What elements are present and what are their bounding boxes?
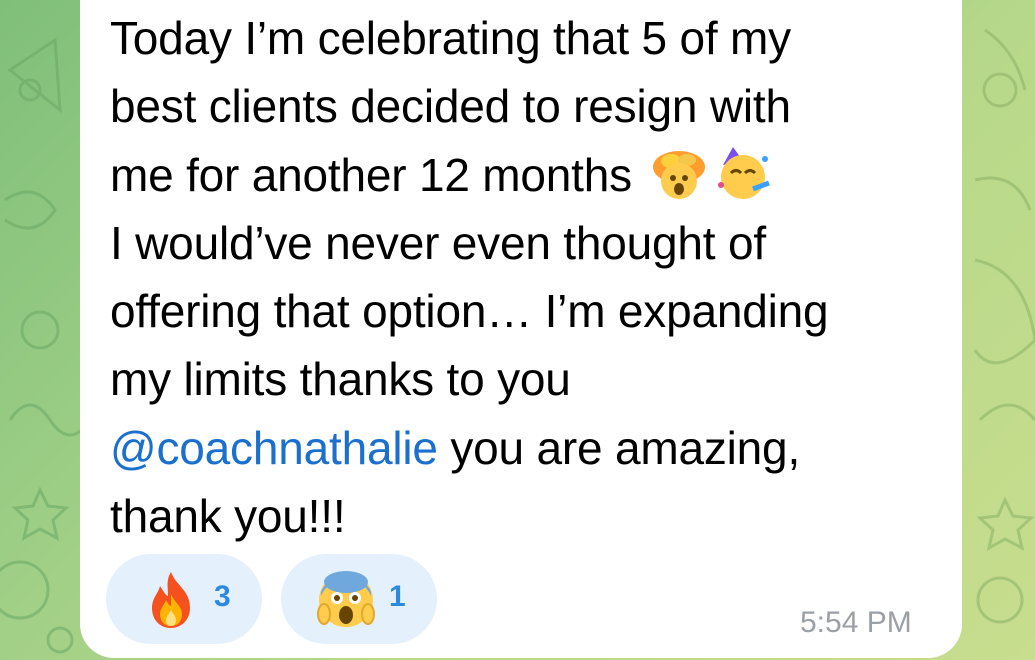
- message-line-with-emojis: me for another 12 months: [110, 141, 950, 209]
- message-line: thank you!!!: [110, 490, 346, 543]
- screaming-face-emoji: [317, 571, 375, 627]
- message-line: I would’ve never even thought of: [110, 216, 766, 269]
- mention-suffix: you are amazing,: [437, 421, 801, 474]
- message-line: best clients decided to resign with: [110, 80, 791, 133]
- reaction-count: 1: [389, 580, 406, 613]
- message-line: my limits thanks to you: [110, 353, 571, 406]
- message-text: Today I’m celebrating that 5 of my best …: [110, 4, 950, 550]
- fire-emoji: [152, 572, 190, 628]
- message-line: offering that option… I’m expanding: [110, 285, 829, 338]
- exploding-head-emoji: [652, 150, 705, 199]
- message-line: me for another 12 months: [110, 148, 632, 201]
- reaction-fire[interactable]: 3: [106, 554, 262, 644]
- message-timestamp: 5:54 PM: [800, 606, 912, 639]
- reaction-screaming-face[interactable]: 1: [281, 554, 437, 644]
- reaction-count: 3: [214, 580, 231, 613]
- mention-line: @coachnathalie you are amazing,: [110, 414, 950, 482]
- mention-link[interactable]: @coachnathalie: [110, 422, 438, 474]
- message-line: Today I’m celebrating that 5 of my: [110, 12, 791, 64]
- partying-face-emoji: [717, 146, 770, 199]
